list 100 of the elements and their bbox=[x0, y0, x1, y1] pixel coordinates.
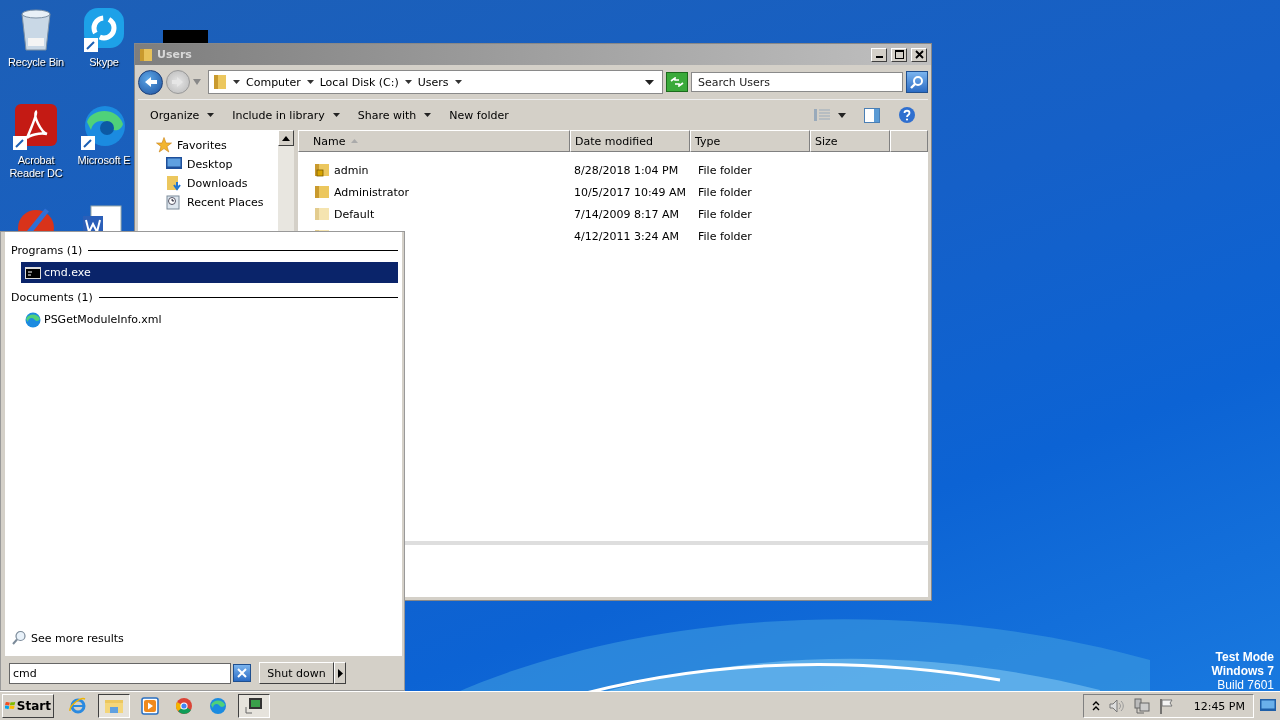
scroll-up-button[interactable] bbox=[278, 130, 294, 146]
folder-icon bbox=[314, 184, 330, 200]
file-name[interactable]: Default bbox=[334, 207, 375, 221]
caret-icon[interactable] bbox=[306, 80, 314, 84]
search-result[interactable]: PSGetModuleInfo.xml bbox=[21, 309, 398, 330]
clock[interactable]: 12:45 PM bbox=[1193, 699, 1245, 713]
file-type: File folder bbox=[698, 163, 752, 177]
see-more-results-link[interactable]: See more results bbox=[11, 630, 398, 646]
desktop-icon-label[interactable]: Skype bbox=[89, 56, 119, 69]
taskbar-app-button[interactable] bbox=[238, 694, 270, 718]
file-name[interactable]: Administrator bbox=[334, 185, 409, 199]
download-folder-icon bbox=[166, 175, 182, 191]
breadcrumb-item[interactable]: Computer bbox=[246, 75, 301, 89]
date-modified: 4/12/2011 3:24 AM bbox=[574, 229, 680, 243]
close-icon bbox=[237, 668, 247, 678]
taskbar-app-button[interactable] bbox=[98, 694, 130, 718]
folder-icon bbox=[213, 74, 227, 90]
file-type: File folder bbox=[698, 185, 752, 199]
maximize-button[interactable] bbox=[891, 47, 907, 62]
speaker-icon[interactable] bbox=[1108, 699, 1125, 713]
minimize-icon bbox=[875, 56, 883, 58]
column-header[interactable]: Size bbox=[810, 130, 890, 152]
shut-down-options-button[interactable] bbox=[334, 662, 346, 684]
system-notice-text: Test Mode bbox=[1215, 650, 1274, 664]
start-button[interactable]: Start bbox=[2, 694, 54, 718]
search-icon bbox=[11, 630, 27, 646]
locked-folder-icon bbox=[314, 162, 330, 178]
close-icon bbox=[914, 50, 924, 59]
search-button[interactable] bbox=[906, 71, 928, 93]
file-type: File folder bbox=[698, 229, 752, 243]
browser-icon bbox=[209, 697, 227, 715]
date-modified: 7/14/2009 8:17 AM bbox=[574, 207, 680, 221]
desktop-icon-label[interactable]: Recycle Bin bbox=[8, 56, 64, 69]
toolbar-button[interactable]: Share with bbox=[357, 108, 432, 122]
group-heading: Programs (1) bbox=[11, 243, 83, 257]
faded-folder-icon bbox=[314, 206, 330, 222]
flag-icon[interactable] bbox=[1158, 698, 1175, 714]
search-icon bbox=[910, 75, 924, 89]
preview-pane-icon[interactable] bbox=[864, 107, 880, 123]
caret-icon bbox=[332, 113, 340, 117]
back-button[interactable] bbox=[138, 69, 163, 95]
address-bar[interactable]: Computer Local Disk (C:) Users bbox=[208, 70, 663, 94]
browser-icon[interactable] bbox=[81, 104, 127, 150]
window-title: Users bbox=[157, 48, 192, 61]
group-heading: Documents (1) bbox=[11, 290, 93, 304]
right-arrow-icon bbox=[337, 668, 343, 678]
nav-item[interactable]: Recent Places bbox=[187, 195, 264, 209]
toolbar-button[interactable]: New folder bbox=[449, 108, 509, 122]
pdf-reader-icon[interactable] bbox=[13, 104, 59, 150]
desktop-icon-label[interactable]: Microsoft E bbox=[77, 154, 131, 167]
search-field[interactable]: Search Users bbox=[691, 72, 903, 92]
search-result[interactable]: cmd.exe bbox=[21, 262, 398, 283]
up-arrow-icon bbox=[282, 135, 290, 141]
refresh-button[interactable] bbox=[666, 72, 688, 92]
column-header[interactable]: Date modified bbox=[570, 130, 690, 152]
caret-icon[interactable] bbox=[233, 80, 240, 84]
dropdown-icon[interactable] bbox=[645, 79, 654, 85]
caret-icon bbox=[424, 113, 432, 117]
breadcrumb-item[interactable]: Users bbox=[417, 75, 449, 89]
refresh-arrows-icon bbox=[670, 77, 684, 87]
file-name[interactable]: admin bbox=[334, 163, 369, 177]
folder-icon bbox=[104, 697, 124, 715]
close-button[interactable] bbox=[911, 47, 927, 62]
caret-icon[interactable] bbox=[838, 112, 846, 118]
nav-item[interactable]: Favorites bbox=[177, 138, 227, 152]
toolbar-button[interactable]: Include in library bbox=[232, 108, 340, 122]
clear-search-button[interactable] bbox=[233, 664, 251, 682]
desktop-icon-label[interactable]: Acrobat Reader DC bbox=[1, 154, 71, 180]
sort-arrow-icon bbox=[351, 139, 359, 143]
toolbar-button[interactable]: Organize bbox=[150, 108, 215, 122]
maximize-icon bbox=[894, 50, 904, 59]
minimize-button[interactable] bbox=[871, 47, 887, 62]
network-icon[interactable] bbox=[1133, 698, 1150, 714]
monitor-icon bbox=[244, 697, 264, 715]
caret-icon[interactable] bbox=[454, 80, 462, 84]
monitor-icon bbox=[166, 157, 182, 171]
media-player-icon bbox=[141, 697, 159, 715]
help-icon[interactable] bbox=[898, 106, 916, 124]
caret-icon[interactable] bbox=[404, 80, 412, 84]
shut-down-button[interactable]: Shut down bbox=[259, 662, 334, 684]
column-header[interactable]: Type bbox=[690, 130, 810, 152]
forward-arrow-icon bbox=[171, 76, 185, 88]
date-modified: 10/5/2017 10:49 AM bbox=[574, 185, 687, 199]
system-notice-text: Build 7601 bbox=[1217, 678, 1274, 692]
folder-icon bbox=[139, 47, 153, 62]
nav-item[interactable]: Downloads bbox=[187, 176, 248, 190]
breadcrumb-item[interactable]: Local Disk (C:) bbox=[319, 75, 399, 89]
system-notice-text: Windows 7 bbox=[1211, 664, 1274, 678]
recent-places-icon bbox=[166, 194, 182, 210]
browser-icon bbox=[25, 311, 41, 328]
column-header[interactable]: Name bbox=[298, 130, 570, 152]
caret-icon bbox=[207, 113, 215, 117]
monitor-icon bbox=[1260, 699, 1276, 713]
date-modified: 8/28/2018 1:04 PM bbox=[574, 163, 679, 177]
redaction-block bbox=[163, 30, 208, 44]
nav-item[interactable]: Desktop bbox=[187, 157, 233, 171]
file-type: File folder bbox=[698, 207, 752, 221]
chevron-up-icon[interactable] bbox=[1091, 701, 1100, 711]
star-icon bbox=[156, 137, 172, 153]
search-field[interactable]: cmd bbox=[9, 662, 231, 684]
